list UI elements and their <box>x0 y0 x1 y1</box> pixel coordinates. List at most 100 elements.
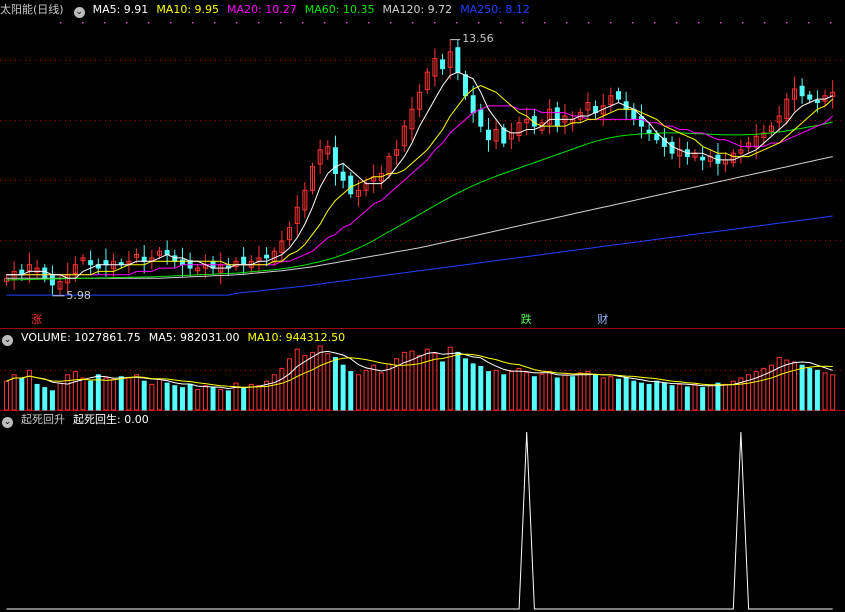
ma250-line <box>6 215 833 296</box>
candle-body <box>172 255 178 262</box>
candle-body <box>470 95 476 114</box>
event-marker[interactable]: 跌 <box>521 314 532 326</box>
volume-bar <box>516 367 522 411</box>
volume-bar <box>830 374 836 411</box>
grid-dot <box>720 22 722 24</box>
volume-bar <box>279 367 285 411</box>
candle-body <box>814 99 820 103</box>
volume-bar <box>654 380 660 411</box>
grid-dot <box>478 22 480 24</box>
grid-dot <box>60 22 62 24</box>
grid-dot <box>566 22 568 24</box>
volume-bar <box>470 363 476 411</box>
volume-bar <box>791 361 797 411</box>
volume-bar <box>524 372 530 411</box>
volume-bar <box>723 383 729 411</box>
grid-dot <box>368 22 370 24</box>
volume-bar <box>424 348 430 411</box>
candle-body <box>638 116 644 127</box>
candle-body <box>141 256 147 262</box>
legend-item: MA250: 8.12 <box>460 3 530 16</box>
grid-dot <box>104 22 106 24</box>
signal-line <box>6 431 833 610</box>
grid-dot <box>258 22 260 24</box>
event-marker[interactable]: 涨 <box>31 314 42 326</box>
grid-dot <box>148 22 150 24</box>
volume-bar <box>799 364 805 411</box>
grid-dot <box>280 22 282 24</box>
grid-dot <box>610 22 612 24</box>
indicator-name: 起死回升 <box>21 413 65 426</box>
volume-bar <box>34 383 40 411</box>
price-panel-menu-icon[interactable]: ⌄ <box>73 7 85 18</box>
grid-dot <box>500 22 502 24</box>
grid-dot <box>236 22 238 24</box>
grid-dot <box>390 22 392 24</box>
candle-body <box>440 59 446 70</box>
grid-dot <box>302 22 304 24</box>
legend-item: MA5: 9.91 <box>92 3 149 16</box>
volume-bar <box>646 383 652 411</box>
grid-dot <box>698 22 700 24</box>
chart-canvas[interactable] <box>0 0 845 612</box>
candle-body <box>616 91 621 100</box>
volume-bar <box>317 345 323 411</box>
ma20-line <box>6 105 834 276</box>
candle-body <box>455 47 461 73</box>
volume-bar <box>822 372 828 411</box>
volume-bar <box>485 371 491 411</box>
legend-item: MA10: 9.95 <box>156 3 220 16</box>
volume-bar <box>562 374 568 411</box>
candle-body <box>332 147 338 174</box>
volume-bar <box>134 374 140 411</box>
indicator-panel-header: ⌄ 起死回升 起死回生: 0.00 <box>0 412 165 428</box>
candle-body <box>485 129 491 141</box>
volume-bar <box>814 369 820 411</box>
volume-bar <box>707 385 713 411</box>
volume-bar <box>684 386 690 411</box>
candle-body <box>88 260 94 266</box>
volume-bar <box>19 377 25 411</box>
grid-dot <box>544 22 546 24</box>
volume-bar <box>310 351 315 411</box>
volume-bar <box>378 372 384 411</box>
volume-bar <box>210 387 216 411</box>
volume-bar <box>149 383 155 411</box>
volume-bar <box>11 374 17 411</box>
volume-bar <box>371 364 377 411</box>
grid-dot <box>346 22 348 24</box>
volume-bar <box>4 380 9 411</box>
volume-bar <box>577 372 583 411</box>
volume-bar <box>638 382 644 411</box>
grid-dot <box>764 22 766 24</box>
volume-bar <box>501 374 507 411</box>
volume-bar <box>80 377 86 411</box>
volume-bar <box>700 387 706 411</box>
volume-panel-menu-icon[interactable]: ⌄ <box>2 335 13 346</box>
volume-bar <box>508 371 514 411</box>
volume-bar <box>776 357 782 411</box>
volume-bar <box>600 377 606 411</box>
ma60-line <box>6 121 833 281</box>
volume-bar <box>187 383 193 411</box>
volume-bar <box>623 377 629 411</box>
volume-bar <box>271 374 277 411</box>
volume-bar <box>332 357 338 411</box>
grid-dot <box>192 22 194 24</box>
volume-bar <box>616 378 621 411</box>
candle-body <box>463 74 468 97</box>
stock-name: 太阳能 <box>0 3 33 16</box>
candle-body <box>164 249 170 256</box>
volume-bar <box>118 376 124 411</box>
candle-body <box>179 259 185 266</box>
grid-dot <box>82 22 84 24</box>
candle-body <box>554 107 560 127</box>
legend-item: VOLUME: 1027861.75 <box>21 331 141 344</box>
event-marker[interactable]: 财 <box>597 314 608 326</box>
volume-bar <box>554 377 560 411</box>
legend-item: MA60: 10.35 <box>304 3 375 16</box>
volume-bar <box>294 348 300 411</box>
indicator-panel-menu-icon[interactable]: ⌄ <box>2 417 13 428</box>
volume-bar <box>669 385 675 411</box>
grid-dot <box>456 22 458 24</box>
